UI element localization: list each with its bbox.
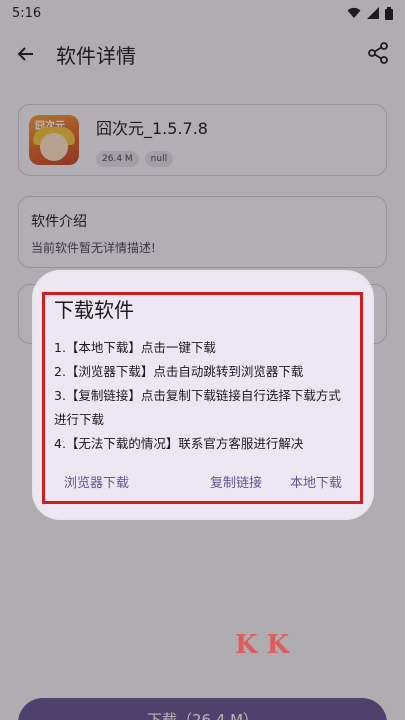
instruction-line: 1.【本地下载】点击一键下载 xyxy=(54,340,216,355)
instruction-line: 2.【浏览器下载】点击自动跳转到浏览器下载 xyxy=(54,364,304,379)
instruction-line: 3.【复制链接】点击复制下载链接自行选择下载方式 xyxy=(54,388,341,403)
instruction-line: 进行下载 xyxy=(54,412,105,427)
dialog-instructions: 1.【本地下载】点击一键下载 2.【浏览器下载】点击自动跳转到浏览器下载 3.【… xyxy=(54,336,354,456)
watermark-logo: K K xyxy=(235,630,290,660)
download-dialog: 下载软件 1.【本地下载】点击一键下载 2.【浏览器下载】点击自动跳转到浏览器下… xyxy=(34,272,372,518)
browser-download-button[interactable]: 浏览器下载 xyxy=(64,472,129,491)
dialog-title: 下载软件 xyxy=(54,298,134,322)
copy-link-button[interactable]: 复制链接 xyxy=(210,472,262,491)
local-download-button[interactable]: 本地下载 xyxy=(290,472,342,491)
instruction-line: 4.【无法下载的情况】联系官方客服进行解决 xyxy=(54,436,304,451)
